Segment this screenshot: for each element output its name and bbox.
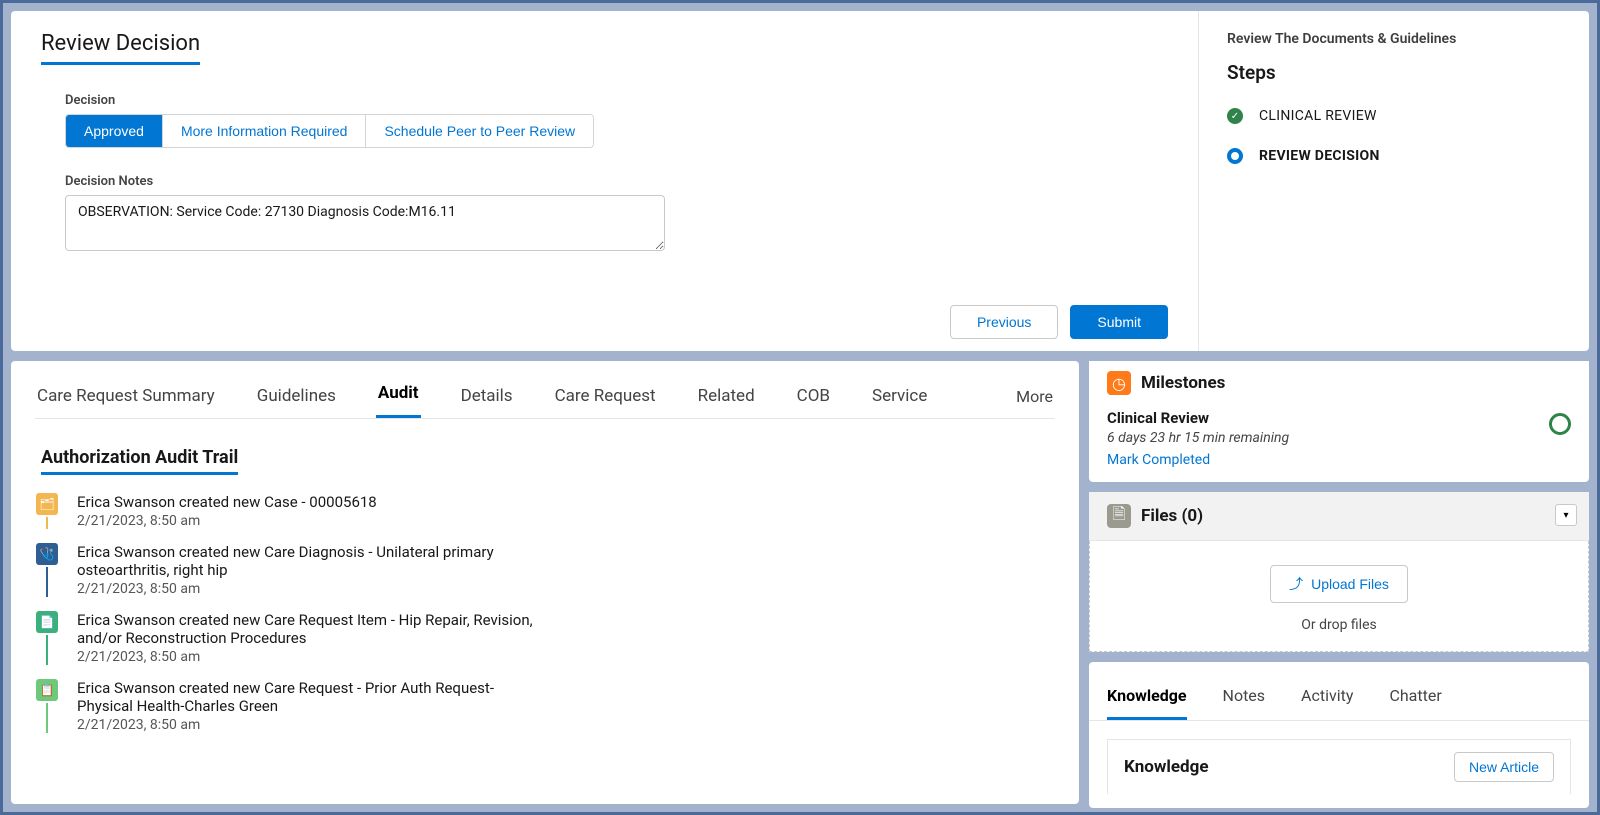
timeline-text: Erica Swanson created new Case - 0000561… — [77, 493, 537, 511]
review-panel: Review Decision Decision Approved More I… — [11, 11, 1589, 351]
tab-guidelines[interactable]: Guidelines — [255, 380, 338, 418]
steps-panel-title: Review The Documents & Guidelines — [1227, 31, 1561, 47]
progress-circle-icon — [1549, 413, 1571, 435]
timeline-connector — [46, 703, 48, 733]
detail-tabs: Care Request Summary Guidelines Audit De… — [35, 377, 1055, 419]
timeline-item: 📄 Erica Swanson created new Care Request… — [35, 611, 1055, 665]
tab-care-request[interactable]: Care Request — [553, 380, 658, 418]
submit-button[interactable]: Submit — [1070, 305, 1168, 339]
previous-button[interactable]: Previous — [950, 305, 1058, 339]
timeline-item: 🗂 Erica Swanson created new Case - 00005… — [35, 493, 1055, 529]
diagnosis-icon: 🩺 — [36, 543, 58, 565]
step-review-decision: REVIEW DECISION — [1227, 148, 1561, 164]
tab-more[interactable]: More — [1014, 381, 1055, 418]
knowledge-card: Knowledge Notes Activity Chatter Knowled… — [1089, 662, 1589, 808]
files-card: 🗎 Files (0) ▾ ⤴ Upload Files Or drop fil… — [1089, 492, 1589, 652]
timeline-connector — [46, 517, 48, 529]
decision-option-approved[interactable]: Approved — [66, 115, 163, 147]
kb-tab-knowledge[interactable]: Knowledge — [1107, 680, 1187, 720]
request-item-icon: 📄 — [36, 611, 58, 633]
tab-related[interactable]: Related — [696, 380, 757, 418]
files-icon: 🗎 — [1107, 504, 1131, 528]
steps-heading: Steps — [1227, 61, 1561, 84]
milestone-remaining: 6 days 23 hr 15 min remaining — [1107, 430, 1289, 446]
tab-audit[interactable]: Audit — [376, 377, 421, 418]
knowledge-tabs: Knowledge Notes Activity Chatter — [1089, 680, 1589, 721]
timeline-time: 2/21/2023, 8:50 am — [77, 649, 537, 665]
audit-timeline: 🗂 Erica Swanson created new Case - 00005… — [35, 493, 1055, 733]
tab-details[interactable]: Details — [459, 380, 515, 418]
review-form-column: Review Decision Decision Approved More I… — [11, 11, 1199, 351]
decision-option-peer-review[interactable]: Schedule Peer to Peer Review — [366, 115, 593, 147]
timeline-connector — [46, 635, 48, 665]
detail-panel: Care Request Summary Guidelines Audit De… — [11, 361, 1079, 804]
check-icon: ✓ — [1227, 108, 1243, 124]
upload-files-label: Upload Files — [1311, 576, 1389, 592]
milestones-card: ◷ Milestones Clinical Review 6 days 23 h… — [1089, 361, 1589, 482]
files-dropdown-button[interactable]: ▾ — [1555, 504, 1577, 526]
step-clinical-review: ✓ CLINICAL REVIEW — [1227, 108, 1561, 124]
right-column: ◷ Milestones Clinical Review 6 days 23 h… — [1089, 361, 1589, 804]
upload-icon: ⤴ — [1289, 574, 1303, 594]
mark-completed-link[interactable]: Mark Completed — [1107, 452, 1289, 468]
steps-panel: Review The Documents & Guidelines Steps … — [1199, 11, 1589, 351]
files-title: Files (0) — [1141, 506, 1203, 526]
milestone-icon: ◷ — [1107, 371, 1131, 395]
case-icon: 🗂 — [36, 493, 58, 515]
tab-care-request-summary[interactable]: Care Request Summary — [35, 380, 217, 418]
decision-notes-label: Decision Notes — [65, 174, 1168, 189]
new-article-button[interactable]: New Article — [1454, 752, 1554, 782]
timeline-text: Erica Swanson created new Care Request -… — [77, 679, 537, 715]
drop-files-text: Or drop files — [1100, 617, 1578, 633]
milestone-name: Clinical Review — [1107, 409, 1289, 427]
kb-tab-chatter[interactable]: Chatter — [1389, 680, 1441, 720]
page-title: Review Decision — [41, 31, 200, 65]
audit-section-title: Authorization Audit Trail — [41, 447, 238, 475]
timeline-connector — [46, 567, 48, 597]
current-step-icon — [1227, 148, 1243, 164]
care-request-icon: 📋 — [36, 679, 58, 701]
knowledge-sub-title: Knowledge — [1124, 757, 1209, 777]
step-label: REVIEW DECISION — [1259, 148, 1380, 164]
decision-button-group: Approved More Information Required Sched… — [65, 114, 594, 148]
timeline-time: 2/21/2023, 8:50 am — [77, 717, 537, 733]
timeline-text: Erica Swanson created new Care Request I… — [77, 611, 537, 647]
tab-cob[interactable]: COB — [795, 380, 832, 418]
kb-tab-activity[interactable]: Activity — [1301, 680, 1353, 720]
upload-files-button[interactable]: ⤴ Upload Files — [1270, 565, 1408, 603]
milestones-title: Milestones — [1141, 373, 1225, 393]
step-label: CLINICAL REVIEW — [1259, 108, 1377, 124]
tab-service[interactable]: Service — [870, 380, 929, 418]
timeline-text: Erica Swanson created new Care Diagnosis… — [77, 543, 537, 579]
kb-tab-notes[interactable]: Notes — [1223, 680, 1266, 720]
timeline-time: 2/21/2023, 8:50 am — [77, 581, 537, 597]
decision-notes-textarea[interactable] — [65, 195, 665, 251]
timeline-item: 📋 Erica Swanson created new Care Request… — [35, 679, 1055, 733]
decision-label: Decision — [65, 93, 1168, 108]
timeline-item: 🩺 Erica Swanson created new Care Diagnos… — [35, 543, 1055, 597]
decision-option-more-info[interactable]: More Information Required — [163, 115, 367, 147]
timeline-time: 2/21/2023, 8:50 am — [77, 513, 537, 529]
